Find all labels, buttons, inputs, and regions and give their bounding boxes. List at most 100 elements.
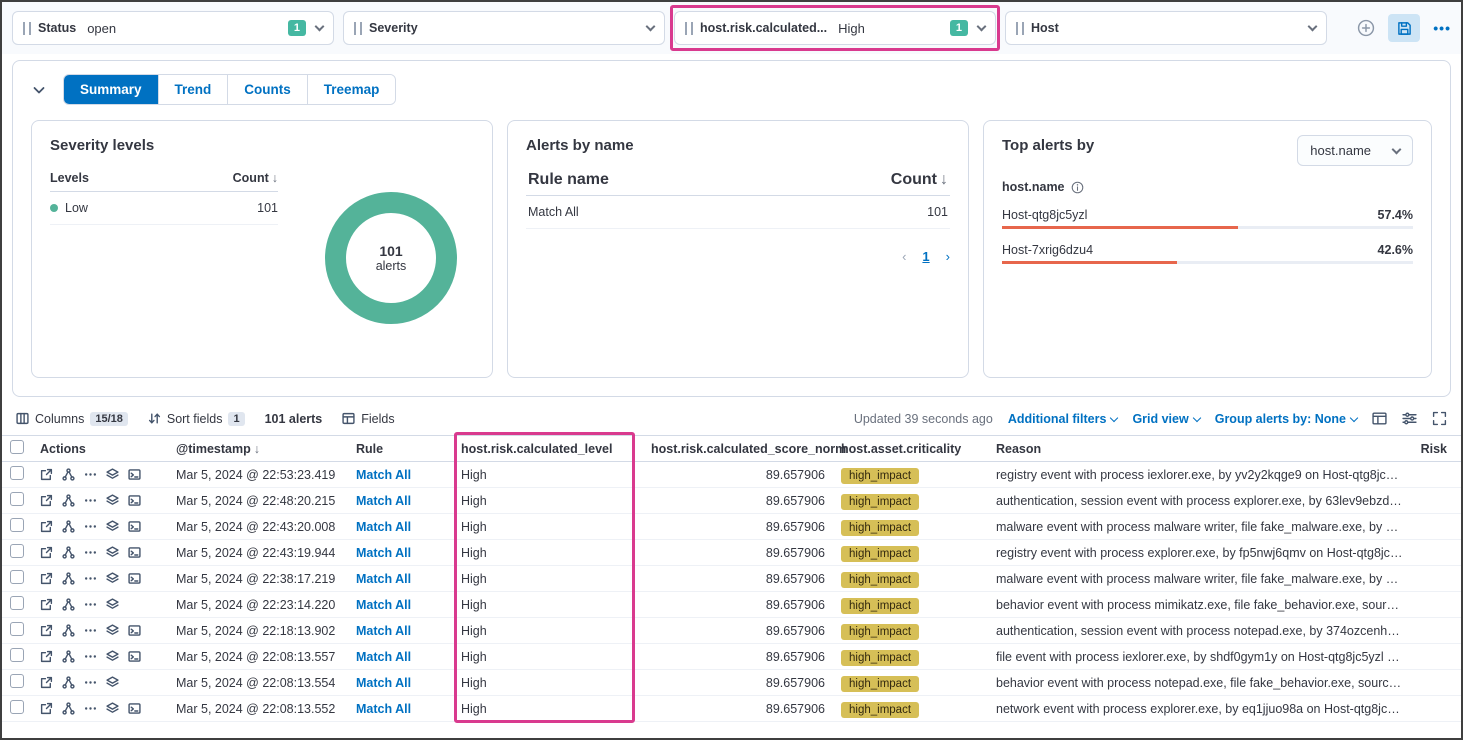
prev-page-icon[interactable]: ‹ [902, 249, 906, 264]
inspect-table-button[interactable] [1372, 411, 1387, 426]
column-header-criticality[interactable]: host.asset.criticality [841, 442, 996, 456]
expand-alert-icon[interactable] [40, 520, 53, 533]
column-header-rule[interactable]: Rule [356, 442, 461, 456]
sort-fields-button[interactable]: Sort fields 1 [148, 412, 245, 426]
tab-treemap[interactable]: Treemap [308, 75, 396, 104]
expand-alert-icon[interactable] [40, 546, 53, 559]
more-actions-icon[interactable] [84, 624, 97, 637]
rule-link[interactable]: Match All [356, 598, 411, 612]
tab-summary[interactable]: Summary [64, 75, 159, 104]
rule-link[interactable]: Match All [356, 494, 411, 508]
analyze-event-icon[interactable] [62, 546, 75, 559]
next-page-icon[interactable]: › [946, 249, 950, 264]
timeline-icon[interactable] [106, 468, 119, 481]
timeline-icon[interactable] [106, 546, 119, 559]
row-checkbox[interactable] [10, 492, 24, 506]
more-actions-icon[interactable] [84, 468, 97, 481]
rule-link[interactable]: Match All [356, 624, 411, 638]
row-checkbox[interactable] [10, 596, 24, 610]
session-view-icon[interactable] [128, 572, 141, 585]
analyze-event-icon[interactable] [62, 624, 75, 637]
filter-host-risk-level[interactable]: host.risk.calculated... High 1 [674, 11, 996, 45]
expand-alert-icon[interactable] [40, 702, 53, 715]
grid-settings-button[interactable] [1402, 411, 1417, 426]
analyze-event-icon[interactable] [62, 598, 75, 611]
column-header-timestamp[interactable]: @timestamp↓ [176, 442, 356, 456]
analyze-event-icon[interactable] [62, 520, 75, 533]
expand-alert-icon[interactable] [40, 598, 53, 611]
timeline-icon[interactable] [106, 676, 119, 689]
rule-link[interactable]: Match All [356, 702, 411, 716]
timeline-icon[interactable] [106, 520, 119, 533]
group-alerts-by-button[interactable]: Group alerts by: None [1215, 412, 1357, 426]
page-number[interactable]: 1 [922, 249, 929, 264]
row-checkbox[interactable] [10, 466, 24, 480]
additional-filters-button[interactable]: Additional filters [1008, 412, 1118, 426]
rule-link[interactable]: Match All [356, 676, 411, 690]
rule-link[interactable]: Match All [356, 546, 411, 560]
timeline-icon[interactable] [106, 650, 119, 663]
rule-link[interactable]: Match All [356, 520, 411, 534]
column-header-risk-score[interactable]: host.risk.calculated_score_norm [651, 442, 841, 456]
save-controls-button[interactable] [1388, 14, 1420, 42]
session-view-icon[interactable] [128, 650, 141, 663]
expand-alert-icon[interactable] [40, 624, 53, 637]
fullscreen-button[interactable] [1432, 411, 1447, 426]
rule-link[interactable]: Match All [356, 572, 411, 586]
filter-severity[interactable]: Severity [343, 11, 665, 45]
expand-alert-icon[interactable] [40, 676, 53, 689]
add-control-button[interactable] [1357, 19, 1375, 37]
row-checkbox[interactable] [10, 544, 24, 558]
filter-bar-more-icon[interactable]: ••• [1433, 20, 1451, 36]
session-view-icon[interactable] [128, 546, 141, 559]
tab-counts[interactable]: Counts [228, 75, 308, 104]
more-actions-icon[interactable] [84, 546, 97, 559]
more-actions-icon[interactable] [84, 702, 97, 715]
more-actions-icon[interactable] [84, 494, 97, 507]
tab-trend[interactable]: Trend [159, 75, 229, 104]
fields-button[interactable]: Fields [342, 412, 394, 426]
analyze-event-icon[interactable] [62, 702, 75, 715]
row-checkbox[interactable] [10, 518, 24, 532]
more-actions-icon[interactable] [84, 598, 97, 611]
column-header-risk-level[interactable]: host.risk.calculated_level [461, 442, 651, 456]
more-actions-icon[interactable] [84, 650, 97, 663]
expand-alert-icon[interactable] [40, 494, 53, 507]
session-view-icon[interactable] [128, 468, 141, 481]
row-checkbox[interactable] [10, 648, 24, 662]
select-all-checkbox[interactable] [10, 440, 24, 454]
more-actions-icon[interactable] [84, 520, 97, 533]
row-checkbox[interactable] [10, 674, 24, 688]
filter-host[interactable]: Host [1005, 11, 1327, 45]
columns-button[interactable]: Columns 15/18 [16, 412, 128, 426]
timeline-icon[interactable] [106, 572, 119, 585]
rule-link[interactable]: Match All [356, 468, 411, 482]
expand-alert-icon[interactable] [40, 572, 53, 585]
row-checkbox[interactable] [10, 700, 24, 714]
analyze-event-icon[interactable] [62, 572, 75, 585]
column-header-risk[interactable]: Risk [1413, 442, 1461, 456]
timeline-icon[interactable] [106, 598, 119, 611]
timeline-icon[interactable] [106, 494, 119, 507]
more-actions-icon[interactable] [84, 676, 97, 689]
rule-link[interactable]: Match All [356, 650, 411, 664]
session-view-icon[interactable] [128, 494, 141, 507]
column-header-reason[interactable]: Reason [996, 442, 1413, 456]
expand-alert-icon[interactable] [40, 468, 53, 481]
session-view-icon[interactable] [128, 624, 141, 637]
analyze-event-icon[interactable] [62, 676, 75, 689]
session-view-icon[interactable] [128, 520, 141, 533]
filter-status[interactable]: Status open 1 [12, 11, 334, 45]
row-checkbox[interactable] [10, 570, 24, 584]
timeline-icon[interactable] [106, 624, 119, 637]
analyze-event-icon[interactable] [62, 468, 75, 481]
analyze-event-icon[interactable] [62, 650, 75, 663]
grid-view-button[interactable]: Grid view [1132, 412, 1199, 426]
timeline-icon[interactable] [106, 702, 119, 715]
collapse-panel-icon[interactable] [31, 82, 47, 98]
top-alerts-field-select[interactable]: host.name [1297, 135, 1413, 166]
session-view-icon[interactable] [128, 702, 141, 715]
more-actions-icon[interactable] [84, 572, 97, 585]
row-checkbox[interactable] [10, 622, 24, 636]
expand-alert-icon[interactable] [40, 650, 53, 663]
